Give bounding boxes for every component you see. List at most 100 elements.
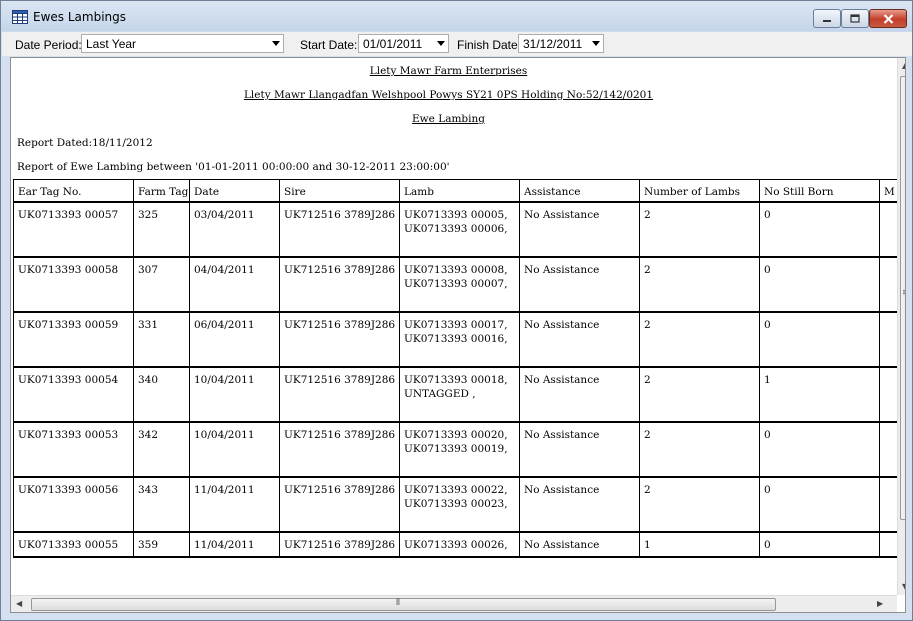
farm-tag-cell: 340: [133, 366, 190, 423]
report-title: Ewe Lambing: [412, 113, 485, 125]
farm-tag-cell: 343: [133, 476, 190, 533]
sire-cell: UK712516 3789J286: [279, 421, 400, 478]
column-header: Lamb: [399, 179, 520, 203]
lamb-line: UK0713393 00022,: [404, 484, 508, 496]
still-born-cell: 0: [759, 311, 880, 368]
lamb-line: UK0713393 00026,: [404, 539, 508, 551]
lamb-line: UK0713393 00006,: [404, 223, 508, 235]
still-born-cell: 0: [759, 421, 880, 478]
lamb-cell: UK0713393 00017, UK0713393 00016,: [399, 311, 520, 368]
column-header: Assistance: [519, 179, 640, 203]
report-viewer[interactable]: Llety Mawr Farm Enterprises Llety Mawr L…: [10, 57, 906, 613]
finish-date-label: Finish Date:: [457, 38, 522, 52]
ear-tag-cell: UK0713393 00058: [13, 256, 134, 313]
horizontal-scrollbar[interactable]: ◀ ⦀ ▶: [11, 595, 897, 612]
ear-tag-cell: UK0713393 00057: [13, 201, 134, 258]
farm-tag-cell: 342: [133, 421, 190, 478]
table-row: UK0713393 00057 325 03/04/2011 UK712516 …: [13, 201, 905, 258]
chevron-down-icon: [272, 41, 280, 46]
report-company: Llety Mawr Farm Enterprises: [369, 65, 528, 77]
grip-icon: ≡: [902, 288, 905, 298]
table-row: UK0713393 00054 340 10/04/2011 UK712516 …: [13, 366, 905, 423]
sire-cell: UK712516 3789J286: [279, 311, 400, 368]
ear-tag-cell: UK0713393 00054: [13, 366, 134, 423]
column-header: Sire: [279, 179, 400, 203]
lamb-cell: UK0713393 00005, UK0713393 00006,: [399, 201, 520, 258]
lamb-line: UK0713393 00017,: [404, 319, 508, 331]
assistance-cell: No Assistance: [519, 366, 640, 423]
table-row: UK0713393 00056 343 11/04/2011 UK712516 …: [13, 476, 905, 533]
close-button[interactable]: [869, 9, 907, 28]
table-row: UK0713393 00055 359 11/04/2011 UK712516 …: [13, 531, 905, 558]
finish-date-picker[interactable]: 31/12/2011: [518, 34, 604, 53]
maximize-icon: [850, 14, 860, 23]
sire-cell: UK712516 3789J286: [279, 531, 400, 558]
lamb-cell: UK0713393 00026,: [399, 531, 520, 558]
assistance-cell: No Assistance: [519, 311, 640, 368]
date-period-select[interactable]: Last Year: [81, 34, 284, 53]
vertical-scroll-thumb[interactable]: ≡: [900, 76, 905, 520]
sire-cell: UK712516 3789J286: [279, 256, 400, 313]
assistance-cell: No Assistance: [519, 256, 640, 313]
table-row: UK0713393 00053 342 10/04/2011 UK712516 …: [13, 421, 905, 478]
chevron-down-icon: [437, 41, 445, 46]
assistance-cell: No Assistance: [519, 476, 640, 533]
report-range: Report of Ewe Lambing between '01-01-201…: [17, 161, 450, 173]
lamb-cell: UK0713393 00018, UNTAGGED ,: [399, 366, 520, 423]
still-born-cell: 0: [759, 256, 880, 313]
still-born-cell: 0: [759, 531, 880, 558]
horizontal-scroll-thumb[interactable]: ⦀: [31, 598, 776, 611]
assistance-cell: No Assistance: [519, 421, 640, 478]
scroll-down-icon[interactable]: ▼: [902, 582, 905, 591]
date-period-value: Last Year: [86, 37, 137, 51]
maximize-button[interactable]: [841, 9, 869, 28]
farm-tag-cell: 307: [133, 256, 190, 313]
lamb-line: UK0713393 00019,: [404, 443, 508, 455]
lambing-table: Ear Tag No. Farm Tag Date Sire Lamb Assi…: [13, 179, 905, 558]
date-cell: 03/04/2011: [189, 201, 280, 258]
start-date-picker[interactable]: 01/01/2011: [358, 34, 449, 53]
table-row: UK0713393 00058 307 04/04/2011 UK712516 …: [13, 256, 905, 313]
still-born-cell: 0: [759, 476, 880, 533]
date-cell: 11/04/2011: [189, 476, 280, 533]
grid-table-icon: [12, 10, 28, 24]
ear-tag-cell: UK0713393 00053: [13, 421, 134, 478]
chevron-down-icon: [592, 41, 600, 46]
scroll-right-icon[interactable]: ▶: [877, 599, 883, 608]
ear-tag-cell: UK0713393 00056: [13, 476, 134, 533]
lamb-line: UK0713393 00007,: [404, 278, 508, 290]
date-cell: 06/04/2011: [189, 311, 280, 368]
column-header: Number of Lambs: [639, 179, 760, 203]
title-bar[interactable]: Ewes Lambings: [1, 1, 912, 32]
scroll-left-icon[interactable]: ◀: [16, 599, 22, 608]
date-cell: 04/04/2011: [189, 256, 280, 313]
lamb-line: UNTAGGED ,: [404, 388, 476, 400]
sire-cell: UK712516 3789J286: [279, 476, 400, 533]
minimize-button[interactable]: [813, 9, 841, 28]
start-date-label: Start Date:: [300, 38, 358, 52]
grip-icon: ⦀: [396, 598, 400, 608]
minimize-icon: [823, 19, 831, 22]
close-icon: [883, 13, 893, 24]
table-row: UK0713393 00059 331 06/04/2011 UK712516 …: [13, 311, 905, 368]
vertical-scrollbar[interactable]: ▲ ≡ ▼: [897, 58, 905, 595]
lamb-cell: UK0713393 00008, UK0713393 00007,: [399, 256, 520, 313]
assistance-cell: No Assistance: [519, 201, 640, 258]
num-lambs-cell: 2: [639, 311, 760, 368]
date-cell: 10/04/2011: [189, 421, 280, 478]
column-header: Ear Tag No.: [13, 179, 134, 203]
lamb-cell: UK0713393 00020, UK0713393 00019,: [399, 421, 520, 478]
ear-tag-cell: UK0713393 00055: [13, 531, 134, 558]
lamb-line: UK0713393 00018,: [404, 374, 508, 386]
lamb-line: UK0713393 00020,: [404, 429, 508, 441]
sire-cell: UK712516 3789J286: [279, 366, 400, 423]
num-lambs-cell: 2: [639, 476, 760, 533]
column-header: Farm Tag: [133, 179, 190, 203]
lamb-line: UK0713393 00016,: [404, 333, 508, 345]
sire-cell: UK712516 3789J286: [279, 201, 400, 258]
date-period-label: Date Period:: [15, 38, 82, 52]
lamb-line: UK0713393 00005,: [404, 209, 508, 221]
window-title: Ewes Lambings: [33, 10, 126, 24]
num-lambs-cell: 2: [639, 366, 760, 423]
scroll-up-icon[interactable]: ▲: [902, 61, 905, 70]
